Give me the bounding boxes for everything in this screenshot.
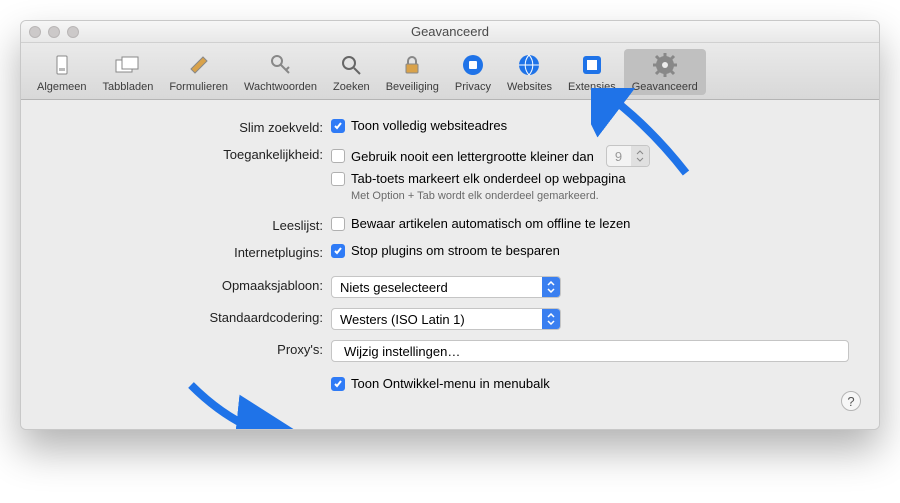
- chevron-updown-icon: [542, 309, 560, 329]
- toolbar-item-zoeken[interactable]: Zoeken: [325, 49, 378, 95]
- label-toegankelijkheid: Toegankelijkheid:: [51, 145, 331, 162]
- chevron-updown-icon: [631, 146, 649, 166]
- label-proxys: Proxy's:: [51, 340, 331, 357]
- toolbar-item-beveiliging[interactable]: Beveiliging: [378, 49, 447, 95]
- traffic-lights: [29, 26, 79, 38]
- checkbox-gebruik-nooit[interactable]: Gebruik nooit een lettergrootte kleiner …: [331, 149, 594, 164]
- lock-icon: [398, 51, 426, 79]
- select-standaardcodering[interactable]: Westers (ISO Latin 1): [331, 308, 561, 330]
- label-internetplugins: Internetplugins:: [51, 243, 331, 260]
- toolbar-item-formulieren[interactable]: Formulieren: [161, 49, 236, 95]
- autofill-icon: [185, 51, 213, 79]
- label-leeslijst: Leeslijst:: [51, 216, 331, 233]
- select-fontsize[interactable]: 9: [606, 145, 650, 167]
- checkbox-toon-websiteadres[interactable]: Toon volledig websiteadres: [331, 118, 849, 133]
- checkbox-icon: [331, 119, 345, 133]
- content-pane: Slim zoekveld: Toon volledig websiteadre…: [21, 100, 879, 429]
- checkbox-toon-ontwikkel[interactable]: Toon Ontwikkel-menu in menubalk: [331, 376, 849, 391]
- preferences-window: Geavanceerd Algemeen Tabbladen Formulier…: [20, 20, 880, 430]
- toolbar-item-extensies[interactable]: Extensies: [560, 49, 624, 95]
- zoom-icon[interactable]: [67, 26, 79, 38]
- label-opmaaksjabloon: Opmaaksjabloon:: [51, 276, 331, 293]
- titlebar[interactable]: Geavanceerd: [21, 21, 879, 43]
- label-slim-zoekveld: Slim zoekveld:: [51, 118, 331, 135]
- close-icon[interactable]: [29, 26, 41, 38]
- general-icon: [48, 51, 76, 79]
- checkbox-stop-plugins[interactable]: Stop plugins om stroom te besparen: [331, 243, 849, 258]
- globe-icon: [515, 51, 543, 79]
- select-opmaaksjabloon[interactable]: Niets geselecteerd: [331, 276, 561, 298]
- minimize-icon[interactable]: [48, 26, 60, 38]
- toolbar-item-tabbladen[interactable]: Tabbladen: [95, 49, 162, 95]
- gear-icon: [651, 51, 679, 79]
- privacy-icon: [459, 51, 487, 79]
- key-icon: [267, 51, 295, 79]
- checkbox-icon: [331, 217, 345, 231]
- checkbox-icon: [331, 377, 345, 391]
- help-button[interactable]: ?: [841, 391, 861, 411]
- label-standaardcodering: Standaardcodering:: [51, 308, 331, 325]
- chevron-updown-icon: [542, 277, 560, 297]
- toolbar-item-privacy[interactable]: Privacy: [447, 49, 499, 95]
- checkbox-icon: [331, 244, 345, 258]
- preferences-toolbar: Algemeen Tabbladen Formulieren Wachtwoor…: [21, 43, 879, 100]
- checkbox-bewaar-artikelen[interactable]: Bewaar artikelen automatisch om offline …: [331, 216, 849, 231]
- toolbar-item-wachtwoorden[interactable]: Wachtwoorden: [236, 49, 325, 95]
- button-wijzig-instellingen[interactable]: Wijzig instellingen…: [331, 340, 849, 362]
- checkbox-tab-toets[interactable]: Tab-toets markeert elk onderdeel op webp…: [331, 171, 849, 186]
- toolbar-item-geavanceerd[interactable]: Geavanceerd: [624, 49, 706, 95]
- checkbox-icon: [331, 149, 345, 163]
- search-icon: [337, 51, 365, 79]
- window-title: Geavanceerd: [411, 24, 489, 39]
- extensions-icon: [578, 51, 606, 79]
- toolbar-item-algemeen[interactable]: Algemeen: [29, 49, 95, 95]
- checkbox-icon: [331, 172, 345, 186]
- hint-tab-toets: Met Option + Tab wordt elk onderdeel gem…: [331, 190, 849, 202]
- toolbar-item-websites[interactable]: Websites: [499, 49, 560, 95]
- tabs-icon: [114, 51, 142, 79]
